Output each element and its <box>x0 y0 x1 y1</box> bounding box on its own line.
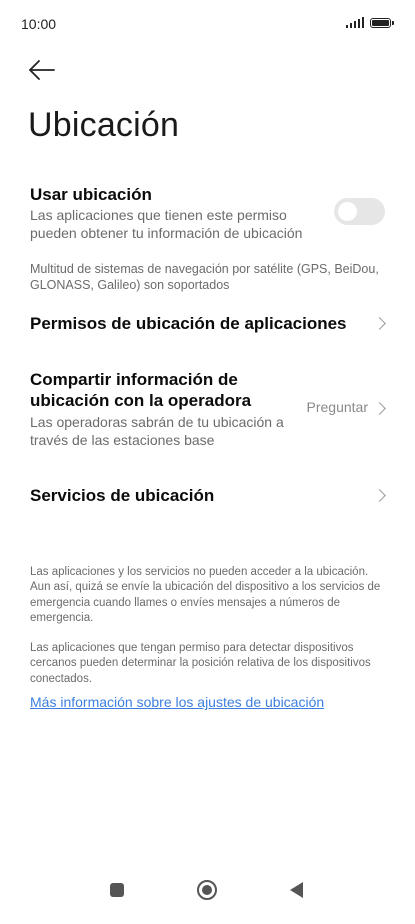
chevron-right-icon <box>373 402 386 415</box>
back-triangle-icon[interactable] <box>290 882 303 898</box>
nearby-devices-info-text: Las aplicaciones que tengan permiso para… <box>30 642 371 685</box>
use-location-toggle[interactable] <box>334 198 385 225</box>
location-services-label: Servicios de ubicación <box>30 486 215 505</box>
use-location-description: Las aplicaciones que tienen este permiso… <box>30 207 303 241</box>
recents-square-icon[interactable] <box>110 883 124 897</box>
status-time: 10:00 <box>21 16 57 32</box>
page-title: Ubicación <box>28 106 180 144</box>
system-navigation-bar <box>0 868 415 924</box>
battery-icon <box>370 17 394 28</box>
home-circle-icon[interactable] <box>197 880 217 900</box>
share-with-carrier-item[interactable]: Compartir información de ubicación con l… <box>30 369 390 451</box>
share-with-carrier-description: Las operadoras sabrán de tu ubicación a … <box>30 414 284 448</box>
status-icons <box>345 17 394 28</box>
location-services-item[interactable]: Servicios de ubicación <box>30 485 390 507</box>
app-location-permissions-label: Permisos de ubicación de aplicaciones <box>30 314 347 333</box>
emergency-info-text: Las aplicaciones y los servicios no pued… <box>30 566 381 624</box>
signal-icon <box>345 17 364 28</box>
status-bar: 10:00 <box>0 0 415 48</box>
back-button[interactable] <box>26 56 58 84</box>
share-with-carrier-label: Compartir información de ubicación con l… <box>30 370 252 410</box>
location-settings-screen: 10:00 Ubicación Usar ubicación Las aplic… <box>0 0 415 924</box>
share-with-carrier-value: Preguntar <box>306 399 368 415</box>
more-info-link[interactable]: Más información sobre los ajustes de ubi… <box>30 694 324 710</box>
arrow-left-icon <box>29 60 55 80</box>
gnss-support-note: Multitud de sistemas de navegación por s… <box>30 262 379 292</box>
use-location-setting[interactable]: Usar ubicación Las aplicaciones que tien… <box>30 184 390 248</box>
use-location-title: Usar ubicación <box>30 185 152 204</box>
toggle-knob <box>338 202 357 221</box>
app-location-permissions-item[interactable]: Permisos de ubicación de aplicaciones <box>30 313 390 335</box>
